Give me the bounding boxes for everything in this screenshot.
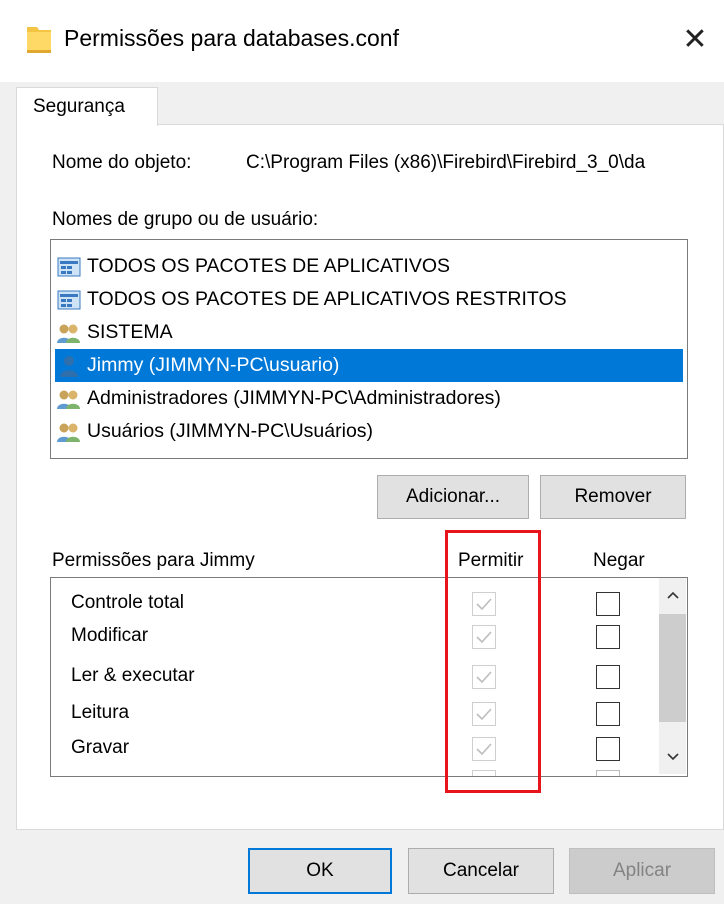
scroll-up-icon[interactable] [659, 580, 686, 610]
folder-icon [26, 24, 52, 54]
app-package-icon [55, 255, 83, 279]
single-user-icon [55, 354, 83, 378]
deny-checkbox[interactable] [596, 665, 620, 689]
deny-checkbox[interactable] [596, 737, 620, 761]
list-item-selected[interactable]: Jimmy (JIMMYN-PC\usuario) [55, 349, 683, 382]
list-item[interactable]: TODOS OS PACOTES DE APLICATIVOS RESTRITO… [55, 283, 683, 316]
scroll-down-icon[interactable] [659, 742, 686, 772]
list-item-label: TODOS OS PACOTES DE APLICATIVOS RESTRITO… [87, 288, 567, 310]
close-icon[interactable]: ✕ [672, 16, 718, 62]
list-item-label: Jimmy (JIMMYN-PC\usuario) [87, 354, 340, 376]
object-name-value: C:\Program Files (x86)\Firebird\Firebird… [246, 152, 646, 173]
list-item-label: TODOS OS PACOTES DE APLICATIVOS [87, 255, 451, 277]
list-item-label: SISTEMA [87, 321, 173, 343]
list-item[interactable]: Administradores (JIMMYN-PC\Administrador… [55, 382, 683, 415]
groups-listbox[interactable]: TODOS OS PACOTES DE APLICATIVOS TODOS OS… [50, 239, 688, 459]
list-item[interactable]: Usuários (JIMMYN-PC\Usuários) [55, 415, 683, 448]
list-item[interactable]: SISTEMA [55, 316, 683, 349]
add-button[interactable]: Adicionar... [377, 475, 529, 519]
cancel-button[interactable]: Cancelar [408, 848, 554, 894]
scrollbar-thumb[interactable] [659, 614, 686, 722]
deny-column-header: Negar [593, 550, 645, 571]
remove-button[interactable]: Remover [540, 475, 686, 519]
group-users-icon [55, 420, 83, 444]
deny-checkbox[interactable] [596, 770, 620, 776]
window-title: Permissões para databases.conf [64, 25, 399, 51]
vertical-scrollbar[interactable] [659, 578, 686, 774]
ok-button[interactable]: OK [248, 848, 392, 894]
permissions-list[interactable]: Controle total Modificar Ler & executar … [50, 577, 688, 777]
group-users-icon [55, 387, 83, 411]
group-users-icon [55, 321, 83, 345]
list-item-label: Usuários (JIMMYN-PC\Usuários) [87, 420, 374, 442]
deny-checkbox[interactable] [596, 592, 620, 616]
permission-name: Leitura [71, 702, 130, 723]
permission-name: Modificar [71, 625, 149, 646]
tab-security[interactable]: Segurança [16, 87, 158, 126]
app-package-icon [55, 288, 83, 312]
deny-checkbox[interactable] [596, 702, 620, 726]
list-item[interactable]: TODOS OS PACOTES DE APLICATIVOS [55, 250, 683, 283]
object-name-label: Nome do objeto: [52, 152, 192, 173]
deny-checkbox[interactable] [596, 625, 620, 649]
groups-label: Nomes de grupo ou de usuário: [52, 209, 319, 230]
tab-label: Segurança [33, 96, 125, 117]
permissions-label: Permissões para Jimmy [52, 550, 255, 571]
list-item-label: Administradores (JIMMYN-PC\Administrador… [87, 387, 501, 409]
highlight-annotation-box [445, 530, 541, 793]
apply-button-disabled[interactable]: Aplicar [569, 848, 715, 894]
permission-name: Gravar [71, 737, 130, 758]
permission-name: Ler & executar [71, 665, 195, 686]
permission-name: Controle total [71, 592, 185, 613]
